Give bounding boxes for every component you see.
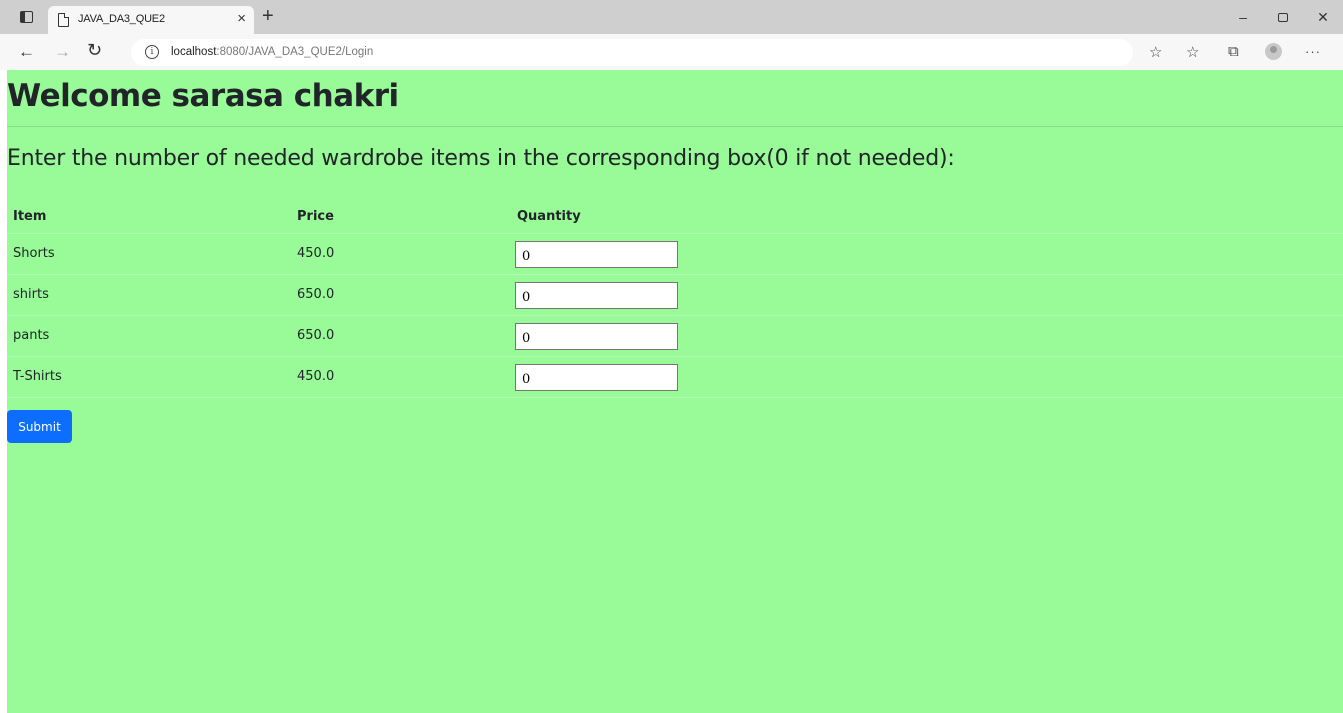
info-icon[interactable]: i [145,45,159,59]
wardrobe-table: Item Price Quantity Shorts 450.0 shirts … [7,201,1343,398]
tab-title: JAVA_DA3_QUE2 [78,13,165,25]
url-text[interactable]: localhost:8080/JAVA_DA3_QUE2/Login [171,46,373,58]
tab-strip: JAVA_DA3_QUE2 × + – ✕ [0,0,1343,34]
welcome-heading: Welcome sarasa chakri [7,78,399,114]
restore-button[interactable] [1263,0,1303,34]
tab-actions-icon[interactable] [20,11,33,23]
address-bar[interactable]: i localhost:8080/JAVA_DA3_QUE2/Login [131,39,1133,66]
page-content: Welcome sarasa chakri Enter the number o… [7,70,1343,713]
restore-icon [1278,12,1288,22]
browser-tab[interactable]: JAVA_DA3_QUE2 × [48,6,254,34]
page-icon [58,13,69,27]
item-name: Shorts [7,233,291,275]
quantity-cell [511,233,1343,275]
minimize-button[interactable]: – [1223,0,1263,34]
item-price: 650.0 [291,274,511,316]
header-item: Item [7,201,291,234]
collections-icon[interactable]: ⧉ [1228,43,1239,60]
favorites-icon[interactable]: ☆ [1186,43,1199,61]
header-price: Price [291,201,511,234]
browser-toolbar: ← → ↻ i localhost:8080/JAVA_DA3_QUE2/Log… [0,34,1343,70]
item-price: 450.0 [291,233,511,275]
instruction-heading: Enter the number of needed wardrobe item… [7,146,955,171]
item-name: pants [7,315,291,357]
new-tab-button[interactable]: + [262,5,274,28]
item-name: T-Shirts [7,356,291,398]
quantity-input-t-shirts[interactable] [515,364,678,391]
item-price: 450.0 [291,356,511,398]
reload-icon[interactable]: ↻ [87,40,102,61]
table-row: Shorts 450.0 [7,233,1343,275]
item-price: 650.0 [291,315,511,357]
forward-arrow-icon[interactable]: → [54,42,71,62]
close-window-button[interactable]: ✕ [1303,0,1343,34]
quantity-input-shorts[interactable] [515,241,678,268]
quantity-cell [511,274,1343,316]
url-path: :8080/JAVA_DA3_QUE2/Login [216,46,374,58]
table-row: shirts 650.0 [7,274,1343,316]
url-host: localhost [171,46,217,58]
window-controls: – ✕ [1223,0,1343,34]
table-row: T-Shirts 450.0 [7,356,1343,398]
add-favorite-icon[interactable]: ☆ [1149,43,1162,61]
header-quantity: Quantity [511,201,1343,234]
table-header-row: Item Price Quantity [7,201,1343,234]
quantity-cell [511,356,1343,398]
tab-close-icon[interactable]: × [237,10,246,27]
quantity-cell [511,315,1343,357]
more-menu-icon[interactable]: ··· [1305,44,1321,59]
item-name: shirts [7,274,291,316]
table-row: pants 650.0 [7,315,1343,357]
profile-avatar-icon[interactable] [1265,43,1282,60]
divider [7,126,1343,127]
quantity-input-pants[interactable] [515,323,678,350]
quantity-input-shirts[interactable] [515,282,678,309]
back-arrow-icon[interactable]: ← [18,42,35,62]
submit-button[interactable]: Submit [7,410,72,443]
